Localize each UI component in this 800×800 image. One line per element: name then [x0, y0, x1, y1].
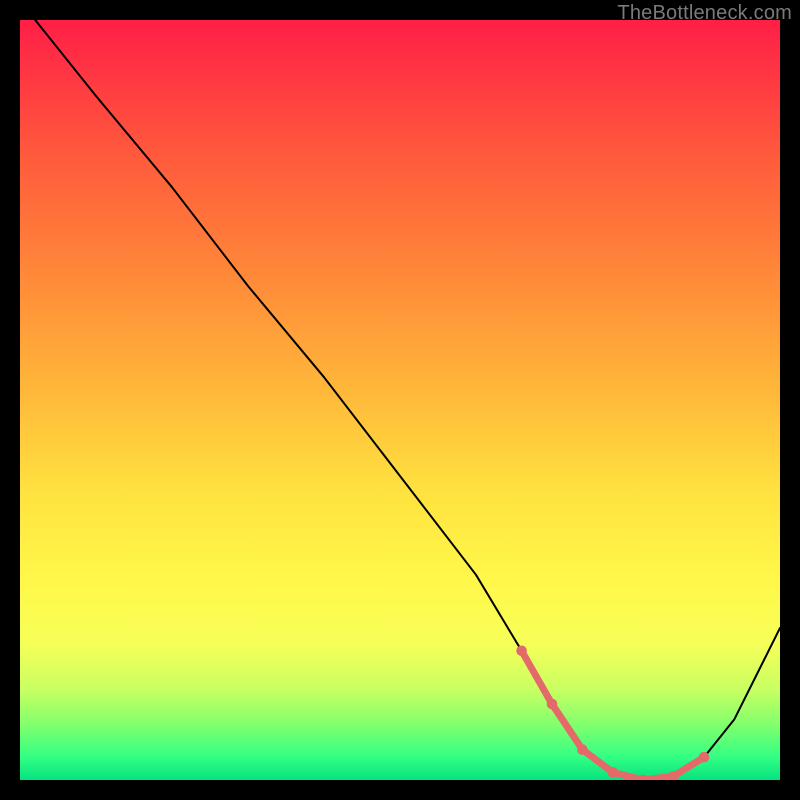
chart-container: TheBottleneck.com	[0, 0, 800, 800]
series-highlight	[522, 651, 704, 780]
series-curve	[35, 20, 780, 780]
marker-highlight	[547, 699, 558, 710]
chart-svg	[20, 20, 780, 780]
marker-highlight	[699, 752, 710, 763]
attribution-label: TheBottleneck.com	[617, 2, 792, 25]
marker-highlight	[516, 646, 527, 657]
plot-area	[20, 20, 780, 780]
marker-highlight	[577, 744, 588, 755]
marker-highlight	[608, 767, 619, 778]
